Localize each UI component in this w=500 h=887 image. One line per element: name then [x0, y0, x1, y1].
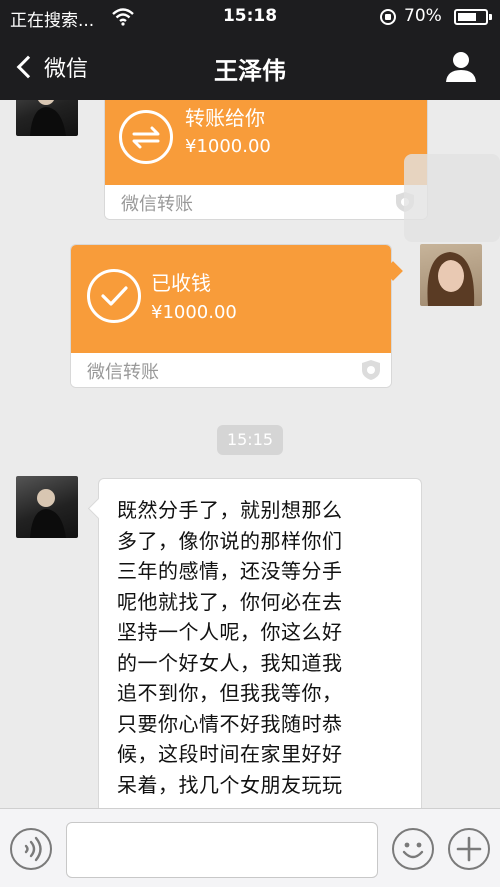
overlay-shadow: [404, 154, 500, 242]
emoji-icon: [402, 842, 424, 859]
transfer-title: 已收钱: [151, 271, 211, 295]
transfer-footer: 微信转账: [87, 362, 159, 383]
chevron-left-icon: [16, 55, 40, 79]
message-line: 呢他就找了，你何必在去: [117, 589, 343, 614]
input-bar: [0, 808, 500, 887]
text-message-bubble[interactable]: 既然分手了，就别想那么 多了，像你说的那样你们 三年的感情，还没等分手 呢他就找…: [98, 478, 422, 808]
transfer-card-received[interactable]: 转账给你 ¥1000.00 微信转账: [104, 100, 428, 220]
transfer-amount: ¥1000.00: [151, 302, 237, 323]
message-input[interactable]: [66, 822, 378, 878]
message-line: 三年的感情，还没等分手: [117, 559, 343, 583]
battery-icon: [454, 9, 492, 25]
shield-icon: [362, 360, 380, 380]
transfer-footer: 微信转账: [121, 194, 193, 215]
transfer-card-accepted[interactable]: 已收钱 ¥1000.00 微信转账: [70, 244, 392, 388]
message-line: 既然分手了，就别想那么: [117, 498, 343, 522]
emoji-button[interactable]: [392, 828, 434, 870]
nav-bar: 微信 王泽伟: [0, 34, 500, 100]
rotation-lock-icon: [380, 9, 396, 25]
voice-button[interactable]: [10, 828, 52, 870]
plus-button[interactable]: [448, 828, 490, 870]
message-line: 候，这段时间在家里好好: [117, 742, 343, 766]
message-line: 的一个好女人，我知道我: [117, 650, 343, 675]
timestamp-pill: 15:15: [217, 425, 283, 455]
battery-percent: 70%: [404, 6, 442, 26]
message-line: 呆着，找几个女朋友玩玩: [117, 772, 343, 797]
chat-area[interactable]: 转账给你 ¥1000.00 微信转账 已收钱 ¥1000.00 微信转账 15:…: [0, 100, 500, 808]
back-label: 微信: [44, 57, 89, 82]
message-line: 多了，像你说的那样你们: [117, 528, 343, 553]
checkmark-icon: [87, 269, 141, 323]
transfer-title: 转账给你: [185, 106, 265, 130]
message-line: 坚持一个人呢，你这么好: [117, 620, 343, 644]
transfer-arrows-icon: [119, 110, 173, 164]
transfer-amount: ¥1000.00: [185, 136, 271, 157]
message-line: 追不到你，但我我等你，: [117, 681, 343, 705]
contact-avatar[interactable]: [16, 476, 78, 538]
back-button[interactable]: 微信: [14, 50, 88, 84]
message-line: 只要你心情不好我随时恭: [117, 711, 343, 736]
contact-avatar[interactable]: [16, 100, 78, 136]
my-avatar[interactable]: [420, 244, 482, 306]
status-bar: 正在搜索... 15:18 70%: [0, 0, 500, 34]
voice-icon: [24, 836, 42, 862]
plus-icon: [456, 836, 482, 862]
battery-fill: [458, 13, 476, 21]
person-icon[interactable]: [444, 50, 478, 84]
